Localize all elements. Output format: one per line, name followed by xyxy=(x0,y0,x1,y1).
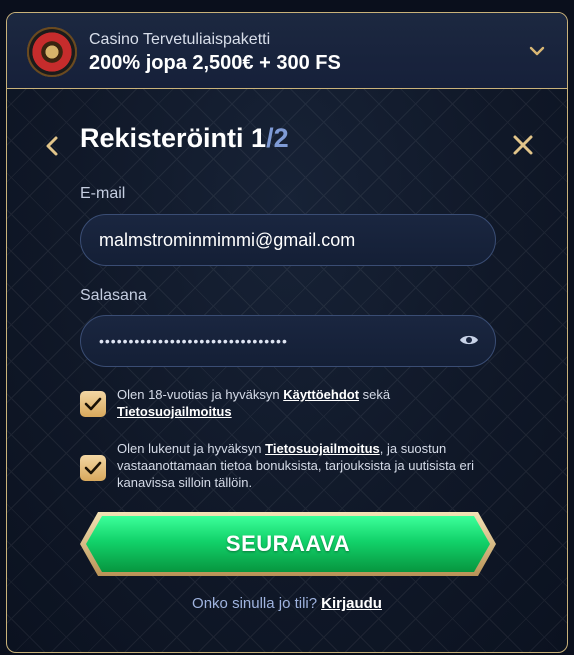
step-indicator: /2 xyxy=(266,123,289,153)
marketing-checkbox[interactable] xyxy=(80,455,106,481)
welcome-bonus-bar[interactable]: Casino Tervetuliaispaketti 200% jopa 2,5… xyxy=(7,13,567,89)
marketing-prefix: Olen lukenut ja hyväksyn xyxy=(117,441,266,456)
checkmark-icon xyxy=(84,397,102,411)
next-button[interactable]: SEURAAVA xyxy=(86,516,490,572)
terms-text: Olen 18-vuotias ja hyväksyn Käyttöehdot … xyxy=(117,386,497,420)
roulette-logo-icon xyxy=(27,27,77,77)
email-field[interactable]: malmstrominmimmi@gmail.com xyxy=(80,214,496,266)
eye-icon[interactable] xyxy=(459,333,479,347)
registration-modal: Casino Tervetuliaispaketti 200% jopa 2,5… xyxy=(6,12,568,653)
terms-link[interactable]: Käyttöehdot xyxy=(283,387,359,402)
terms-checkbox[interactable] xyxy=(80,391,106,417)
terms-prefix: Olen 18-vuotias ja hyväksyn xyxy=(117,387,284,402)
bonus-offer: 200% jopa 2,500€ + 300 FS xyxy=(89,52,341,74)
submit-button-frame: SEURAAVA xyxy=(80,512,496,576)
email-value: malmstrominmimmi@gmail.com xyxy=(99,229,356,250)
chevron-down-icon[interactable] xyxy=(529,45,545,57)
page-title: Rekisteröinti 1/2 xyxy=(80,123,289,154)
login-link[interactable]: Kirjaudu xyxy=(321,595,382,612)
marketing-privacy-link[interactable]: Tietosuojailmoitus xyxy=(265,441,380,456)
password-label: Salasana xyxy=(80,287,147,304)
password-field[interactable]: •••••••••••••••••••••••••••••••• xyxy=(80,315,496,367)
login-prompt: Onko sinulla jo tili? Kirjaudu xyxy=(7,595,567,612)
privacy-link[interactable]: Tietosuojailmoitus xyxy=(117,404,232,419)
page-title-text: Rekisteröinti 1 xyxy=(80,123,267,153)
terms-mid: sekä xyxy=(359,387,391,402)
close-icon[interactable] xyxy=(511,133,535,157)
bonus-title: Casino Tervetuliaispaketti xyxy=(89,31,271,48)
password-value: •••••••••••••••••••••••••••••••• xyxy=(99,333,288,349)
checkmark-icon xyxy=(84,461,102,475)
login-prompt-text: Onko sinulla jo tili? xyxy=(192,595,318,612)
marketing-text: Olen lukenut ja hyväksyn Tietosuojailmoi… xyxy=(117,440,497,491)
back-arrow-icon[interactable] xyxy=(43,135,61,157)
email-label: E-mail xyxy=(80,185,126,202)
